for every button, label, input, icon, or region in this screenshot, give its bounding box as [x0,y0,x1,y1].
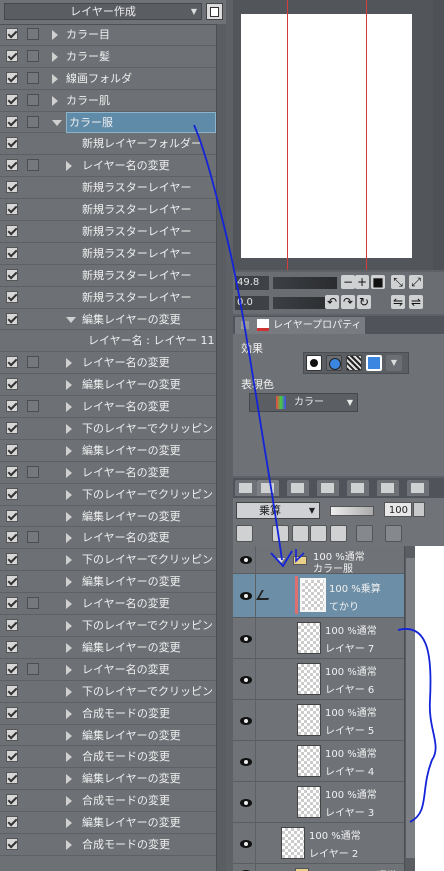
annotation-strokes [193,124,437,823]
annotation-arrow-path [193,124,283,561]
annotation-tick [295,549,305,563]
annotation-brace [397,628,437,823]
